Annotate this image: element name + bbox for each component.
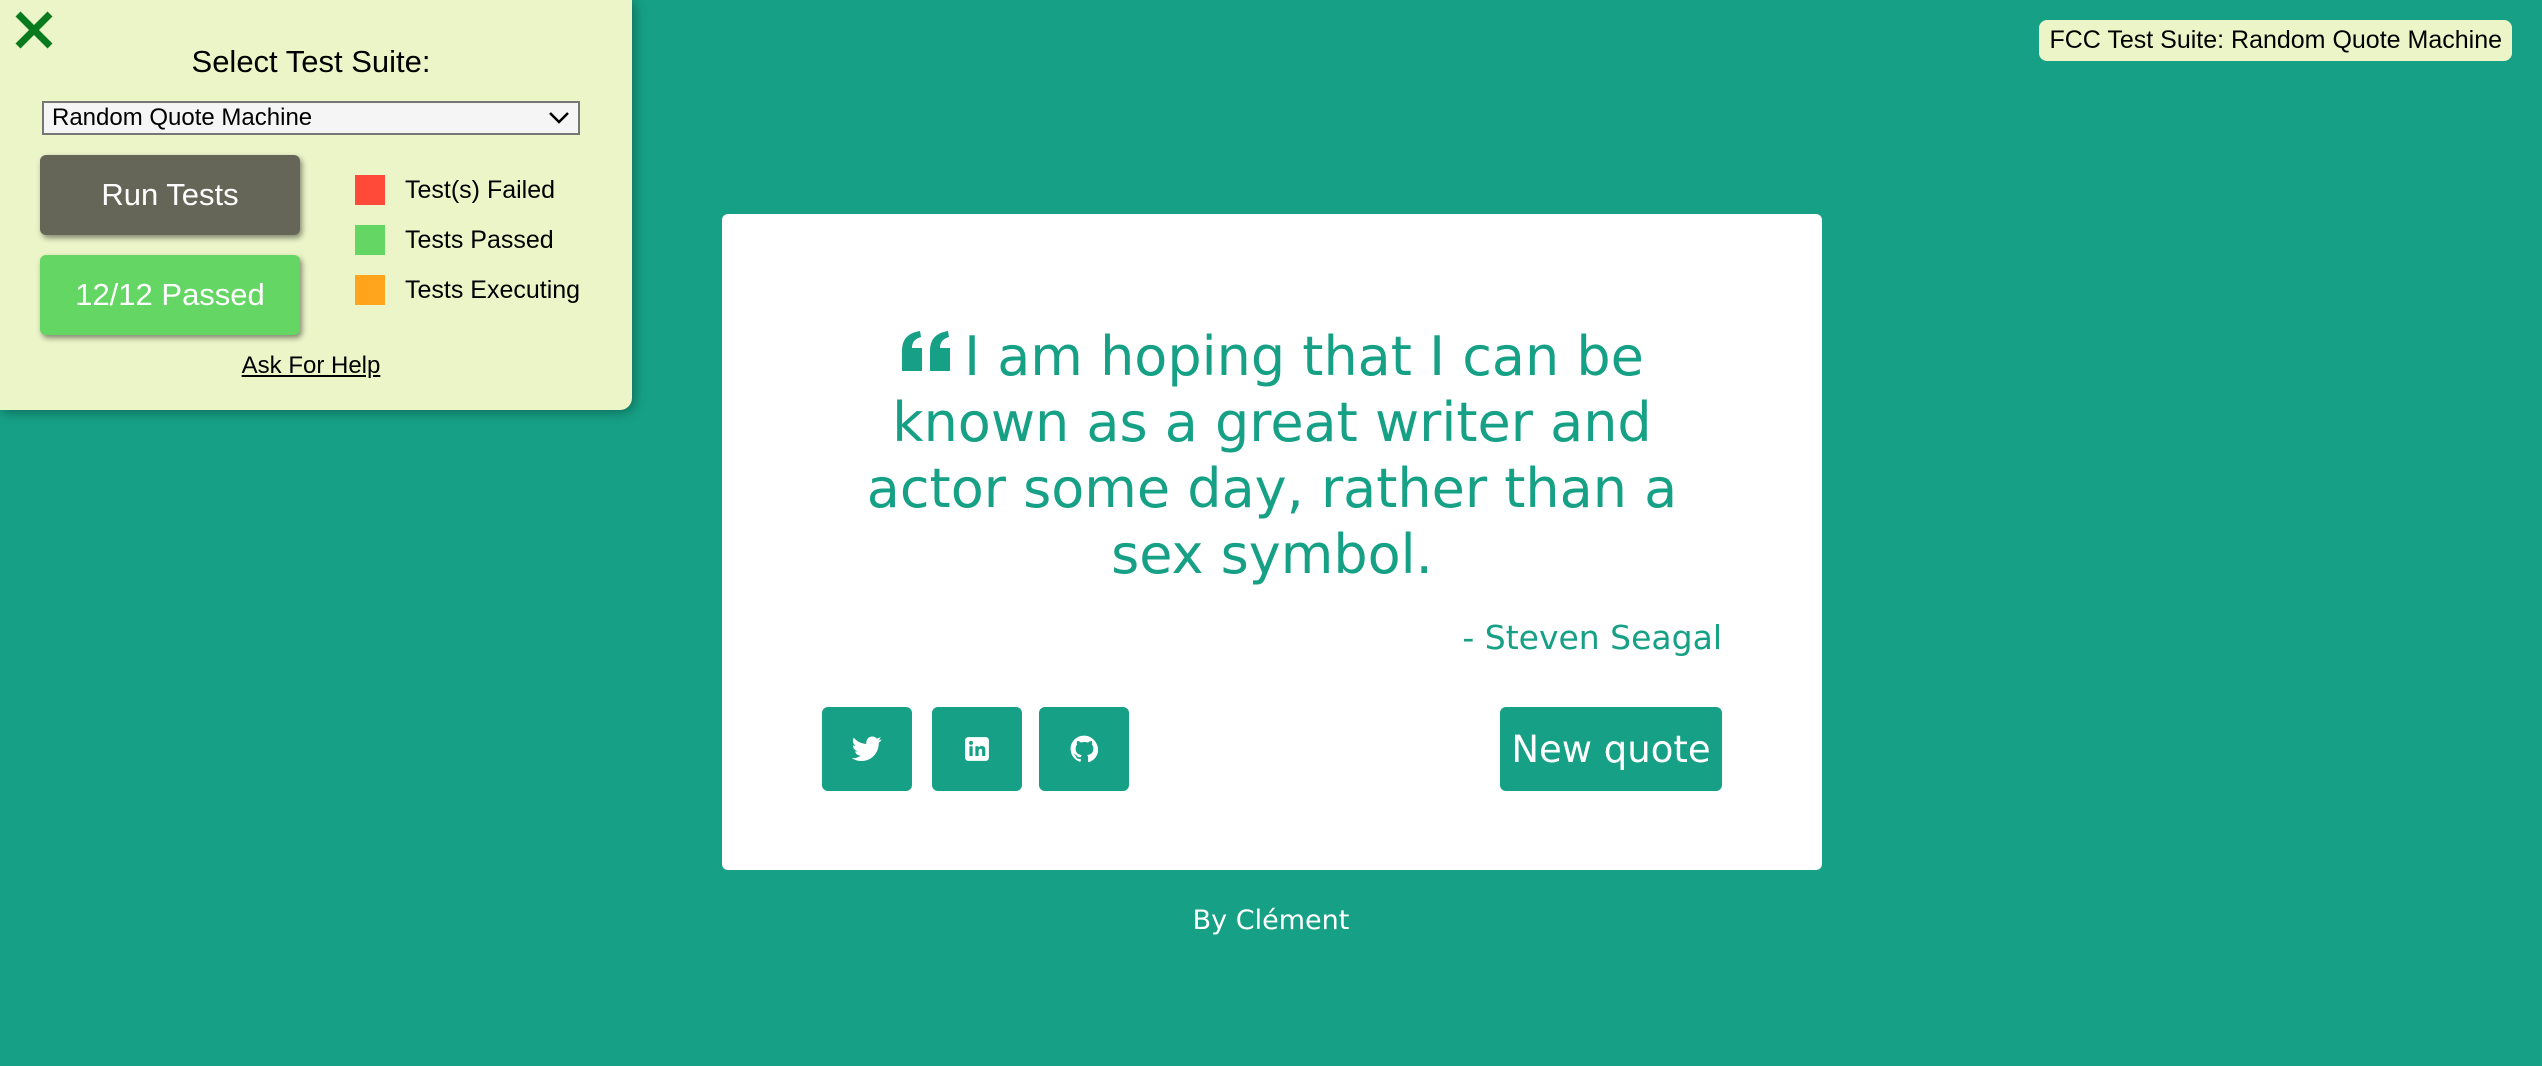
linkedin-icon [965, 737, 989, 761]
fcc-suite-label: FCC Test Suite: Random Quote Machine [2039, 20, 2512, 61]
chevron-down-icon [549, 112, 569, 124]
quote-text: I am hoping that I can be known as a gre… [866, 325, 1678, 586]
ask-for-help-link[interactable]: Ask For Help [0, 352, 622, 380]
legend-swatch-executing [355, 275, 385, 305]
linkedin-share-button[interactable] [932, 707, 1022, 791]
legend-label: Tests Passed [405, 225, 554, 254]
new-quote-button[interactable]: New quote [1500, 707, 1722, 791]
github-link-button[interactable] [1039, 707, 1129, 791]
quote-author: - Steven Seagal [1462, 618, 1722, 657]
author-credit: By Clément [1192, 905, 1350, 936]
twitter-icon [852, 736, 882, 761]
run-tests-button[interactable]: Run Tests [40, 155, 300, 235]
legend-swatch-passed [355, 225, 385, 255]
github-icon [1070, 735, 1098, 763]
test-results-button[interactable]: 12/12 Passed [40, 255, 300, 335]
test-suite-select[interactable]: Random Quote Machine [42, 101, 580, 135]
legend-item-passed: Tests Passed [355, 225, 554, 255]
quote-left-icon [902, 331, 951, 371]
fcc-test-panel: Select Test Suite: Random Quote Machine … [0, 0, 632, 410]
test-suite-select-value: Random Quote Machine [52, 104, 313, 131]
quote-box: I am hoping that I can be known as a gre… [722, 214, 1822, 870]
legend-label: Test(s) Failed [405, 175, 556, 204]
tweet-quote-button[interactable] [822, 707, 912, 791]
legend-swatch-failed [355, 175, 385, 205]
legend-item-failed: Test(s) Failed [355, 175, 555, 205]
legend-item-executing: Tests Executing [355, 275, 580, 305]
quote-text-block: I am hoping that I can be known as a gre… [842, 324, 1702, 588]
legend-label: Tests Executing [405, 275, 581, 304]
panel-title: Select Test Suite: [191, 44, 431, 79]
